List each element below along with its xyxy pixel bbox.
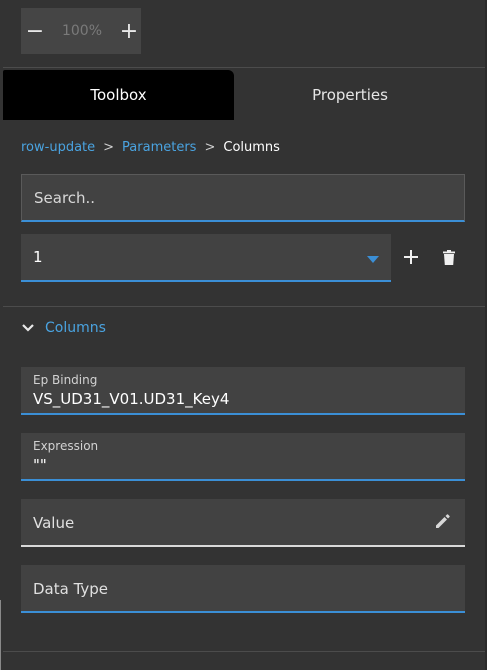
column-index-select[interactable]: 1 xyxy=(21,234,391,282)
expression-value: "" xyxy=(33,456,47,474)
expression-label: Expression xyxy=(33,439,99,453)
ep-binding-value: VS_UD31_V01.UD31_Key4 xyxy=(33,390,230,408)
add-button[interactable] xyxy=(400,246,422,268)
zoom-out-button[interactable]: − xyxy=(23,8,47,54)
expression-field[interactable]: Expression "" xyxy=(21,433,465,481)
breadcrumb: row-update > Parameters > Columns xyxy=(21,140,280,155)
zoom-level: 100% xyxy=(61,23,103,39)
breadcrumb-parameters[interactable]: Parameters xyxy=(122,140,196,155)
ep-binding-field[interactable]: Ep Binding VS_UD31_V01.UD31_Key4 xyxy=(21,367,465,415)
zoom-control: − 100% + xyxy=(21,8,141,54)
data-type-placeholder: Data Type xyxy=(33,580,109,598)
columns-section-header[interactable]: Columns xyxy=(21,320,106,336)
ep-binding-label: Ep Binding xyxy=(33,373,98,387)
data-type-field[interactable]: Data Type xyxy=(21,565,465,613)
zoom-in-button[interactable]: + xyxy=(117,8,141,54)
divider xyxy=(3,67,485,68)
delete-button[interactable] xyxy=(438,246,460,268)
divider xyxy=(3,651,485,652)
search-input[interactable] xyxy=(22,175,464,220)
value-field[interactable]: Value xyxy=(21,499,465,547)
breadcrumb-columns: Columns xyxy=(223,140,280,155)
plus-icon xyxy=(404,250,418,264)
section-title: Columns xyxy=(45,320,106,336)
search-field xyxy=(21,174,465,222)
panel-edge xyxy=(0,600,1,670)
breadcrumb-separator: > xyxy=(103,140,115,155)
divider xyxy=(3,306,485,307)
trash-icon xyxy=(443,249,455,265)
chevron-down-icon xyxy=(22,324,34,332)
pencil-icon[interactable] xyxy=(433,511,453,531)
breadcrumb-separator: > xyxy=(204,140,216,155)
tab-properties[interactable]: Properties xyxy=(234,70,466,120)
tab-toolbox[interactable]: Toolbox xyxy=(3,70,234,120)
breadcrumb-row-update[interactable]: row-update xyxy=(21,140,95,155)
tab-bar: Toolbox Properties xyxy=(3,70,483,120)
select-value: 1 xyxy=(33,248,43,266)
dropdown-arrow-icon xyxy=(367,255,379,263)
value-placeholder: Value xyxy=(33,514,75,532)
